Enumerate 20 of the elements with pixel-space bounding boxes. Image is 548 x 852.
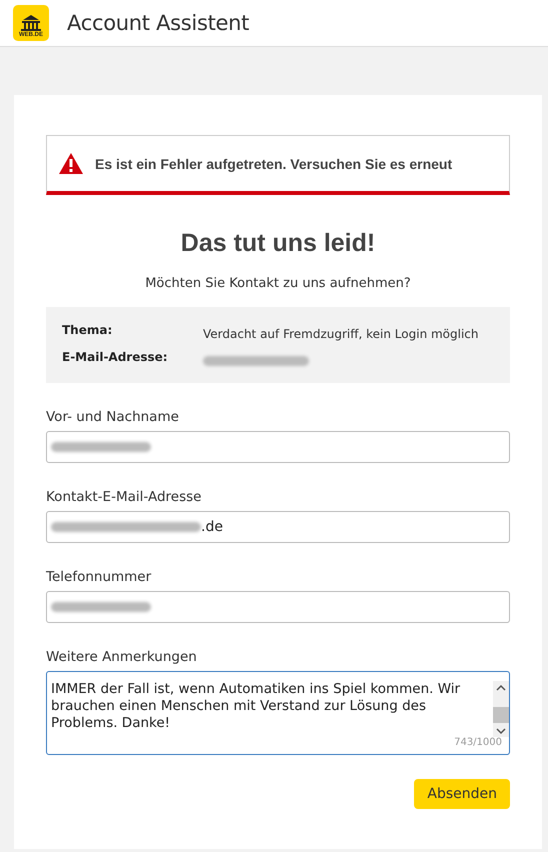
character-counter: 743/1000 xyxy=(454,737,502,748)
field-label: Telefonnummer xyxy=(46,569,152,585)
field-label: Weitere Anmerkungen xyxy=(46,649,198,665)
field-label: Kontakt-E-Mail-Adresse xyxy=(46,489,202,505)
input-field[interactable]: .de xyxy=(46,511,510,543)
heading: Das tut uns leid! xyxy=(180,229,376,258)
app-title: Account Assistent xyxy=(67,11,250,35)
warning-icon xyxy=(59,153,83,174)
field-label: Vor- und Nachname xyxy=(46,409,180,425)
info-value: Verdacht auf Fremdzugriff, kein Login möglich xyxy=(203,327,479,341)
subtitle: Möchten Sie Kontakt zu uns aufnehmen? xyxy=(144,276,412,291)
scrollbar-icon xyxy=(493,681,509,737)
info-label: E-Mail-Adresse: xyxy=(62,350,169,366)
submit-button[interactable]: Absenden xyxy=(414,779,510,809)
gate-icon xyxy=(19,14,43,32)
info-label: Thema: xyxy=(62,323,114,339)
field-value: .de xyxy=(201,519,223,535)
input-field[interactable] xyxy=(46,591,510,623)
error-message: Es ist ein Fehler aufgetreten. Versuchen Sie es erneut xyxy=(95,156,452,172)
input-field[interactable] xyxy=(46,431,510,463)
